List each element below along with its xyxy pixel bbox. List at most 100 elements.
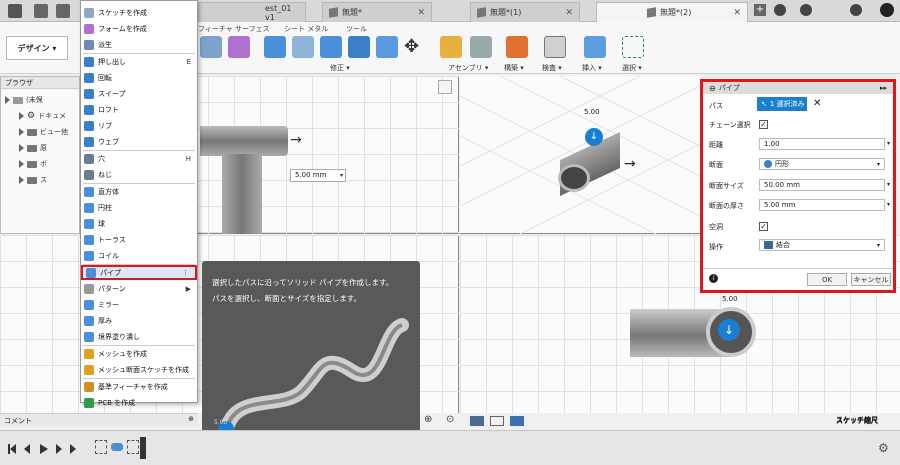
insert-image-icon[interactable] <box>584 36 606 58</box>
grid-settings-icon[interactable] <box>490 416 504 426</box>
browser-item[interactable]: (未保 <box>5 95 43 105</box>
tab-doc-3[interactable]: 無題*(1) ✕ <box>470 2 580 22</box>
ribbon-tab-tools[interactable]: ツール <box>346 24 367 34</box>
menu-item[interactable]: スケッチを作成 <box>81 5 197 20</box>
ribbon-tab-sheet[interactable]: シート メタル <box>284 24 328 34</box>
menu-item[interactable]: トーラス <box>81 232 197 247</box>
menu-item[interactable]: 派生 <box>81 37 197 52</box>
ribbon-tab-solid[interactable]: フィーチャ サーフェス <box>198 24 270 34</box>
fillet-icon[interactable] <box>292 36 314 58</box>
align-icon[interactable] <box>376 36 398 58</box>
expand-icon[interactable] <box>19 160 24 168</box>
viewports-icon[interactable] <box>510 416 524 426</box>
group-assemble[interactable]: アセンブリ ▾ <box>448 63 488 73</box>
ok-button[interactable]: OK <box>807 273 847 286</box>
timeline-sketch-icon[interactable] <box>95 440 107 454</box>
menu-item[interactable]: 基準フィーチャを作成 <box>81 379 197 394</box>
go-end-icon[interactable] <box>70 444 76 454</box>
direction-arrow-icon[interactable]: ↓ <box>585 128 603 146</box>
menu-item[interactable]: パターン ▶ <box>81 281 197 296</box>
menu-item[interactable]: 球 <box>81 216 197 231</box>
joint-icon[interactable] <box>470 36 492 58</box>
gear-icon[interactable]: ⚙ <box>878 441 889 455</box>
menu-item[interactable]: 厚み <box>81 313 197 328</box>
help-icon[interactable] <box>850 4 862 16</box>
new-tab-icon[interactable]: + <box>754 4 766 16</box>
file-icon[interactable] <box>34 4 48 18</box>
chevron-down-icon[interactable]: ▾ <box>887 201 890 208</box>
timeline-marker[interactable] <box>140 437 146 459</box>
sketch-tool-icon[interactable] <box>200 36 222 58</box>
add-comment-icon[interactable]: ⊕ <box>188 415 194 423</box>
chain-checkbox[interactable]: ✓ <box>759 120 768 129</box>
browser-item[interactable]: ス <box>19 175 47 185</box>
clear-selection-icon[interactable]: ✕ <box>813 98 821 109</box>
cancel-button[interactable]: キャンセル <box>851 273 891 286</box>
menu-item[interactable]: リブ <box>81 118 197 133</box>
direction-arrow-icon[interactable]: ↓ <box>718 319 740 341</box>
chevron-down-icon[interactable]: ▾ <box>887 181 890 188</box>
menu-item[interactable]: スイープ <box>81 86 197 101</box>
comments-bar[interactable]: コメント ⊕ <box>0 413 198 426</box>
group-modify[interactable]: 修正 ▾ <box>330 63 350 73</box>
step-back-icon[interactable] <box>24 444 30 454</box>
path-select-button[interactable]: ↖ 1 選択済み <box>757 97 807 111</box>
size-input[interactable]: 50.00 mm <box>759 179 885 191</box>
plane-icon[interactable] <box>506 36 528 58</box>
tab-doc-4-active[interactable]: 無題*(2) ✕ <box>596 2 748 22</box>
workspace-dropdown[interactable]: デザイン ▾ <box>6 36 68 60</box>
menu-item-pipe[interactable]: パイプ ⋮ <box>81 265 197 280</box>
menu-item[interactable]: メッシュ断面スケッチを作成 <box>81 362 197 377</box>
form-tool-icon[interactable] <box>228 36 250 58</box>
group-construct[interactable]: 構築 ▾ <box>504 63 524 73</box>
tab-doc-2[interactable]: 無題* ✕ <box>322 2 432 22</box>
thickness-input[interactable]: 5.00 mm <box>759 199 885 211</box>
notification-icon[interactable] <box>800 4 812 16</box>
group-insert[interactable]: 挿入 ▾ <box>582 63 602 73</box>
expand-icon[interactable] <box>5 96 10 104</box>
menu-item[interactable]: フォームを作成 <box>81 21 197 36</box>
chevron-down-icon[interactable]: ▾ <box>887 140 890 147</box>
expand-icon[interactable] <box>19 144 24 152</box>
menu-item[interactable]: 直方体 <box>81 184 197 199</box>
section-select[interactable]: 円形 ▾ <box>759 158 885 170</box>
distance-input[interactable]: 1.00 <box>759 138 885 150</box>
tab-doc-1[interactable]: est_01 v1 <box>198 2 306 22</box>
display-settings-icon[interactable] <box>470 416 484 426</box>
expand-icon[interactable] <box>19 112 24 120</box>
group-select[interactable]: 選択 ▾ <box>622 63 642 73</box>
hollow-checkbox[interactable]: ✓ <box>759 222 768 231</box>
viewport-top-right[interactable]: ↓ 5.00 → <box>460 76 700 234</box>
step-forward-icon[interactable] <box>56 444 62 454</box>
timeline-pipe-icon[interactable] <box>111 443 123 451</box>
fit-icon[interactable]: ⊙ <box>446 414 454 425</box>
close-icon[interactable]: ✕ <box>565 8 573 18</box>
menu-item[interactable]: 境界塗り潰し <box>81 329 197 344</box>
menu-item[interactable]: ロフト <box>81 102 197 117</box>
collapse-icon[interactable]: ⊖ <box>709 84 716 93</box>
browser-item[interactable]: ⚙ ドキュメ <box>19 111 66 121</box>
avatar[interactable] <box>880 3 894 17</box>
expand-icon[interactable]: ▸▸ <box>880 84 887 92</box>
dimension-input[interactable]: 5.00 mm <box>290 169 346 182</box>
close-icon[interactable]: ✕ <box>733 8 741 18</box>
browser-item[interactable]: ビュー他 <box>19 127 68 137</box>
chevron-down-icon[interactable]: ▾ <box>340 172 343 179</box>
expand-icon[interactable] <box>19 176 24 184</box>
group-inspect[interactable]: 検査 ▾ <box>542 63 562 73</box>
grid-menu-icon[interactable] <box>8 4 22 18</box>
viewcube-icon[interactable] <box>438 80 452 94</box>
menu-item[interactable]: 穴H <box>81 151 197 166</box>
shell-icon[interactable] <box>320 36 342 58</box>
play-icon[interactable] <box>40 444 48 454</box>
go-start-arrow-icon[interactable] <box>10 444 16 454</box>
save-icon[interactable] <box>56 4 70 18</box>
close-icon[interactable]: ✕ <box>417 8 425 18</box>
menu-item[interactable]: ミラー <box>81 297 197 312</box>
select-icon[interactable] <box>622 36 644 58</box>
info-icon[interactable]: i <box>709 274 718 283</box>
menu-item[interactable]: ねじ <box>81 167 197 182</box>
zoom-icon[interactable]: ⊕ <box>424 414 432 425</box>
menu-item[interactable]: PCB を作成 <box>81 395 197 410</box>
measure-icon[interactable] <box>544 36 566 58</box>
